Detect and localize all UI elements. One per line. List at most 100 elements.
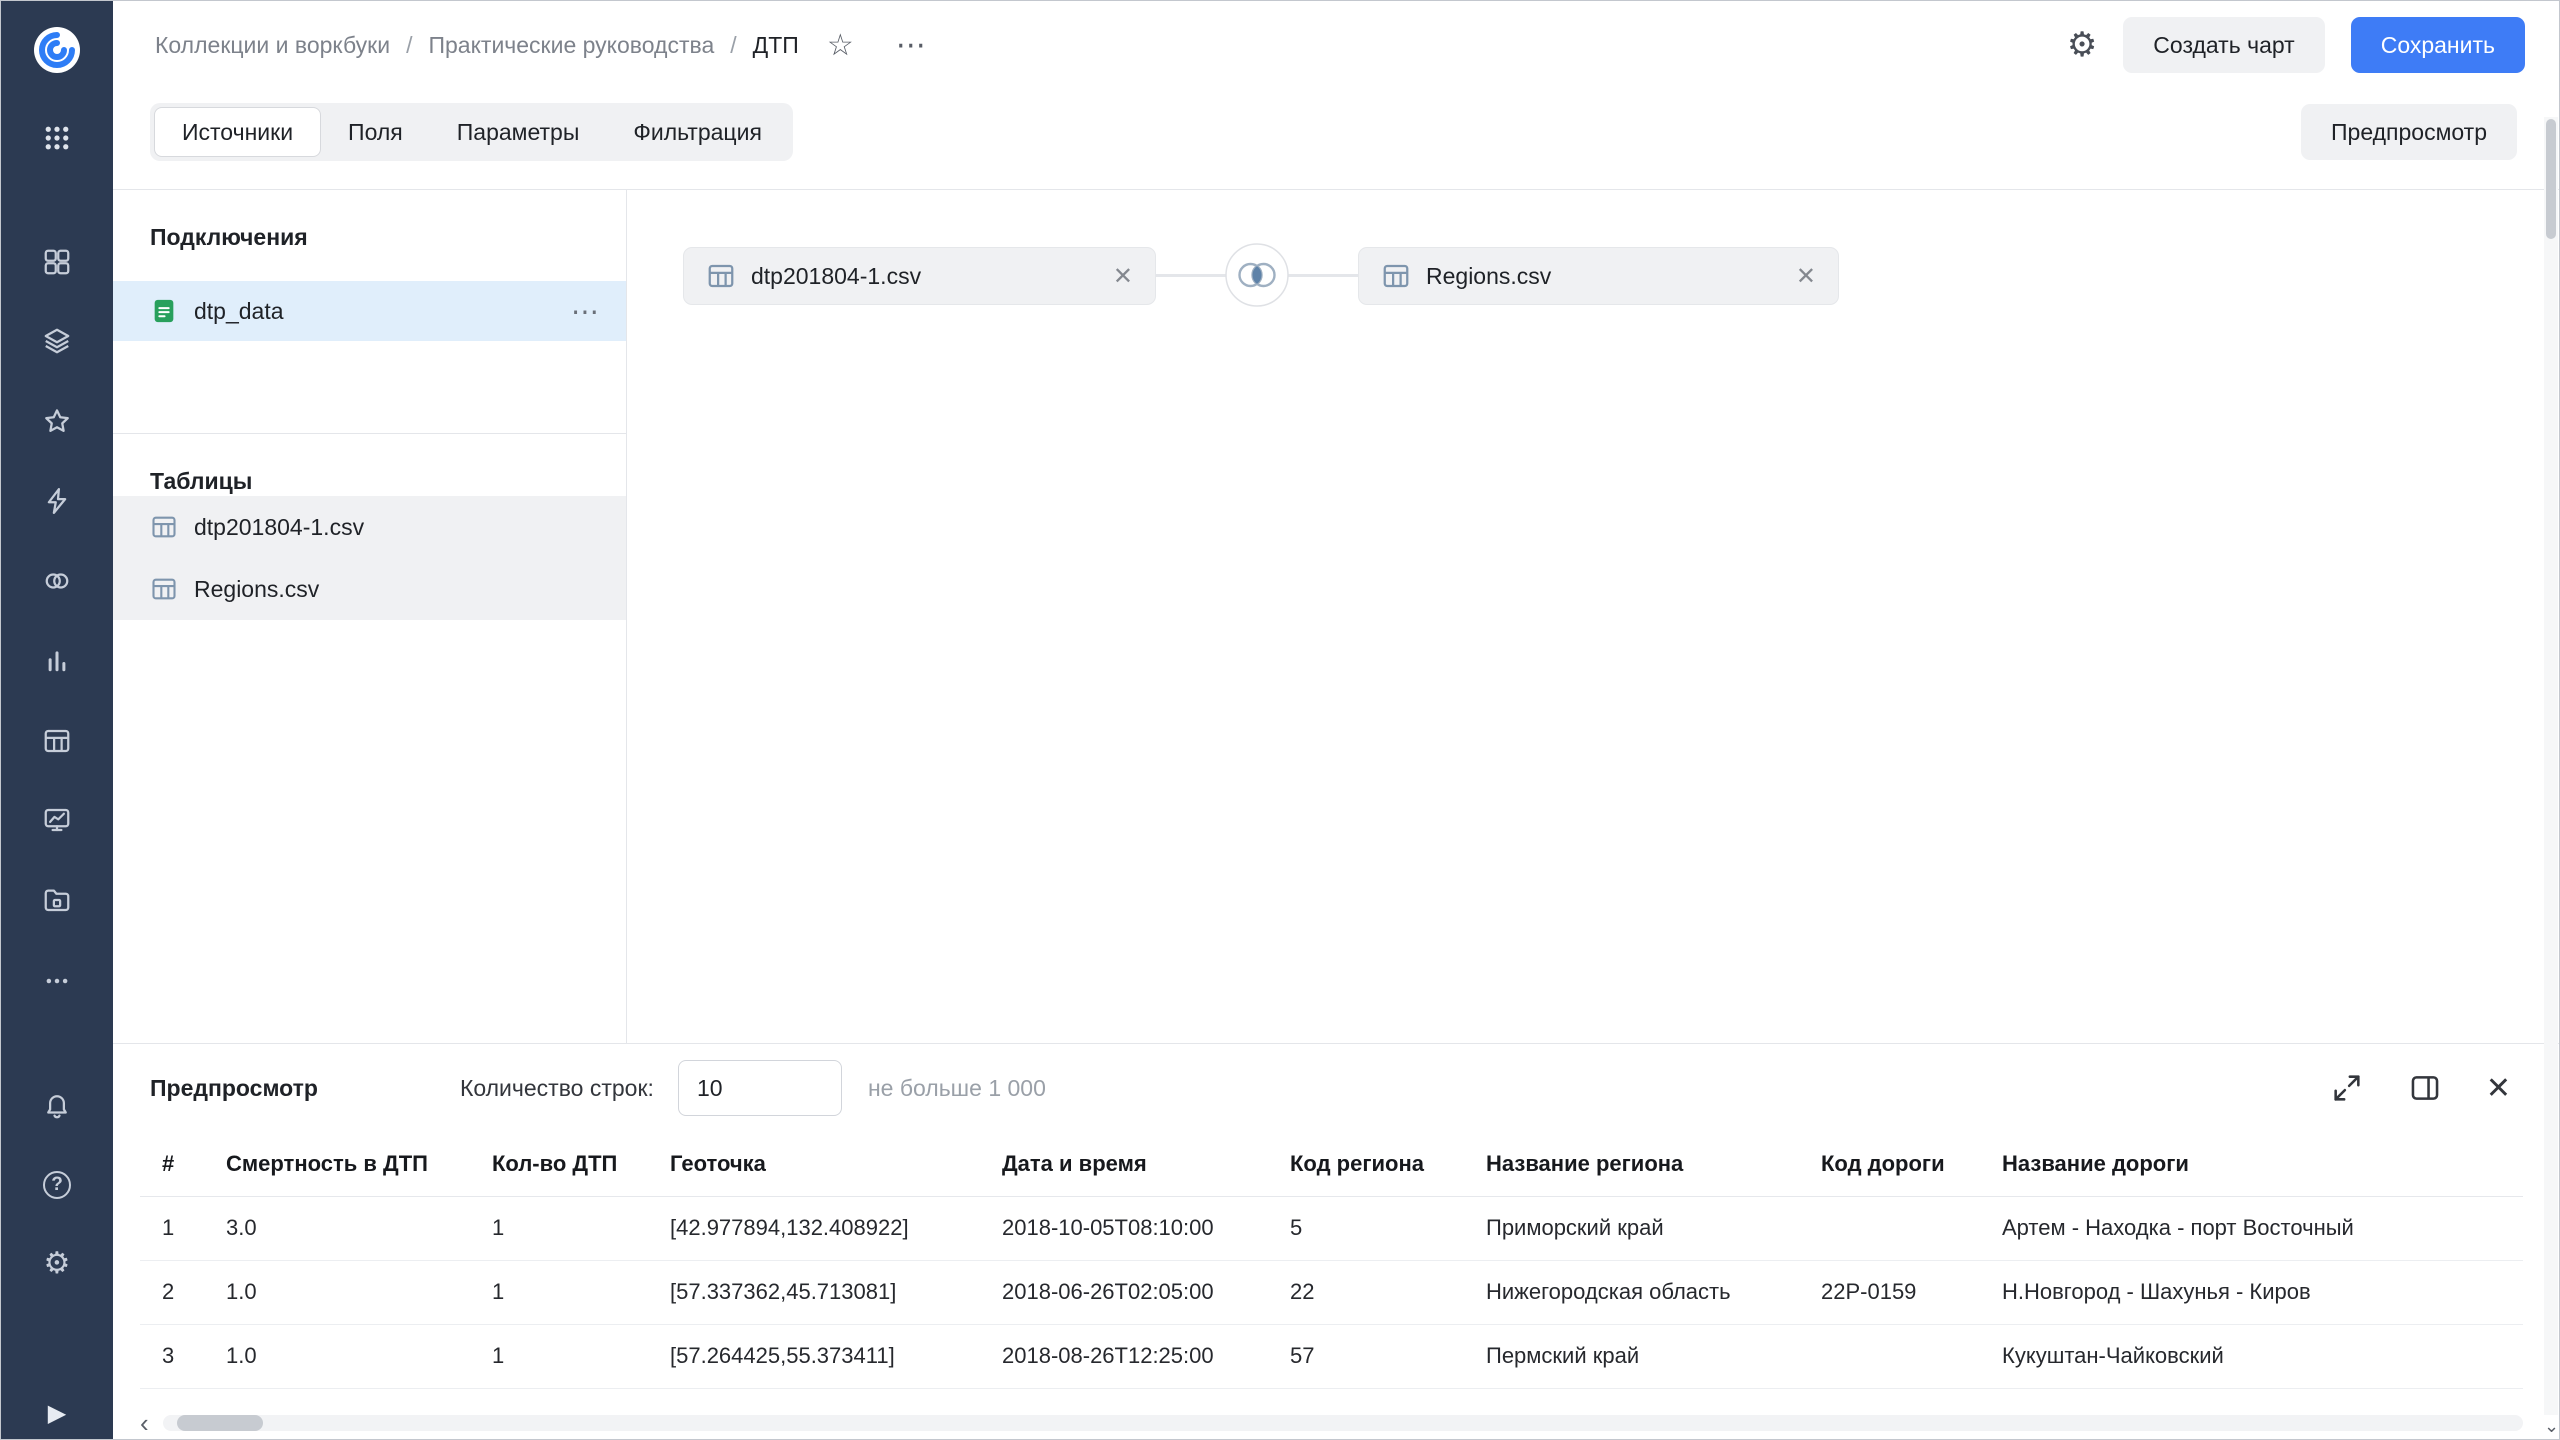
source-chip-regions[interactable]: Regions.csv ✕ bbox=[1358, 247, 1839, 305]
source-chip-dtp201804[interactable]: dtp201804-1.csv ✕ bbox=[683, 247, 1156, 305]
cell bbox=[1821, 1196, 2002, 1260]
breadcrumb-guides[interactable]: Практические руководства bbox=[428, 32, 714, 59]
col-header-count: Кол-во ДТП bbox=[492, 1132, 670, 1196]
table-item-dtp201804[interactable]: dtp201804-1.csv bbox=[113, 496, 626, 558]
notifications-bell-icon[interactable] bbox=[1, 1090, 113, 1120]
cell: 22Р-0159 bbox=[1821, 1260, 2002, 1324]
cell: 3.0 bbox=[226, 1196, 492, 1260]
dashboards-icon[interactable] bbox=[1, 805, 113, 835]
cell: 1 bbox=[492, 1260, 670, 1324]
top-bar: Коллекции и воркбуки / Практические руко… bbox=[113, 1, 2559, 89]
workbooks-icon[interactable] bbox=[1, 326, 113, 356]
tab-sources[interactable]: Источники bbox=[154, 107, 321, 157]
breadcrumb: Коллекции и воркбуки / Практические руко… bbox=[155, 28, 928, 63]
connections-icon[interactable] bbox=[1, 486, 113, 516]
create-chart-button[interactable]: Создать чарт bbox=[2123, 17, 2324, 73]
settings-gear-icon[interactable]: ⚙ bbox=[1, 1249, 113, 1279]
cell: [57.264425,55.373411] bbox=[670, 1324, 1002, 1388]
scroll-down-icon[interactable]: ⌄ bbox=[2544, 1416, 2558, 1437]
col-header-index: # bbox=[140, 1132, 226, 1196]
connections-title: Подключения bbox=[150, 224, 626, 252]
top-bar-actions: ⚙ Создать чарт Сохранить bbox=[2067, 17, 2525, 73]
cell: [42.977894,132.408922] bbox=[670, 1196, 1002, 1260]
connection-more-icon[interactable]: ⋯ bbox=[571, 295, 600, 328]
preview-title: Предпросмотр bbox=[150, 1075, 318, 1102]
col-header-datetime: Дата и время bbox=[1002, 1132, 1290, 1196]
cell: 1 bbox=[140, 1196, 226, 1260]
datalens-logo[interactable] bbox=[1, 27, 113, 73]
question-mark: ? bbox=[43, 1171, 71, 1199]
table-name: Regions.csv bbox=[194, 576, 319, 603]
cell: Пермский край bbox=[1486, 1324, 1821, 1388]
expand-preview-icon[interactable] bbox=[2330, 1071, 2364, 1105]
source-chip-label: dtp201804-1.csv bbox=[751, 263, 921, 290]
table-icon bbox=[1381, 261, 1411, 291]
sidebar-more-icon[interactable] bbox=[1, 966, 113, 996]
cell: Приморский край bbox=[1486, 1196, 1821, 1260]
row-count-label: Количество строк: bbox=[460, 1075, 654, 1102]
cell: 2 bbox=[140, 1260, 226, 1324]
dock-preview-icon[interactable] bbox=[2408, 1071, 2442, 1105]
breadcrumb-separator: / bbox=[730, 32, 736, 59]
favorite-star-icon[interactable]: ☆ bbox=[827, 28, 854, 63]
cell: Н.Новгород - Шахунья - Киров bbox=[2002, 1260, 2523, 1324]
table-item-regions[interactable]: Regions.csv bbox=[113, 558, 626, 620]
row-count-input[interactable] bbox=[678, 1060, 842, 1116]
connection-item-dtp-data[interactable]: dtp_data ⋯ bbox=[113, 281, 626, 341]
sidebar-expand-icon[interactable]: ▶ bbox=[1, 1399, 113, 1428]
cell: 5 bbox=[1290, 1196, 1486, 1260]
storage-icon[interactable] bbox=[1, 885, 113, 915]
datalens-dataset-editor: ? ⚙ ▶ Коллекции и воркбуки / Практически… bbox=[0, 0, 2560, 1440]
remove-source-icon[interactable]: ✕ bbox=[1089, 262, 1133, 291]
preview-table: # Смертность в ДТП Кол-во ДТП Геоточка Д… bbox=[140, 1132, 2523, 1389]
remove-source-icon[interactable]: ✕ bbox=[1772, 262, 1816, 291]
vertical-scrollbar[interactable] bbox=[2544, 117, 2558, 1415]
collections-icon[interactable] bbox=[1, 247, 113, 277]
cell: Артем - Находка - порт Восточный bbox=[2002, 1196, 2523, 1260]
source-chip-label: Regions.csv bbox=[1426, 263, 1551, 290]
breadcrumb-collections[interactable]: Коллекции и воркбуки bbox=[155, 32, 390, 59]
cell: 3 bbox=[140, 1324, 226, 1388]
join-type-badge[interactable] bbox=[1225, 243, 1289, 312]
tabset: Источники Поля Параметры Фильтрация bbox=[150, 103, 793, 161]
apps-grid-icon[interactable] bbox=[1, 123, 113, 153]
row-count-hint: не больше 1 000 bbox=[868, 1075, 1046, 1102]
connection-name: dtp_data bbox=[194, 298, 284, 325]
preview-row: 1 3.0 1 [42.977894,132.408922] 2018-10-0… bbox=[140, 1196, 2523, 1260]
col-header-road-code: Код дороги bbox=[1821, 1132, 2002, 1196]
close-preview-icon[interactable]: ✕ bbox=[2486, 1071, 2511, 1106]
tab-fields[interactable]: Поля bbox=[321, 107, 430, 157]
help-icon[interactable]: ? bbox=[1, 1171, 113, 1199]
cell: 57 bbox=[1290, 1324, 1486, 1388]
cell: 2018-10-05T08:10:00 bbox=[1002, 1196, 1290, 1260]
horizontal-scroll-track[interactable] bbox=[163, 1415, 2523, 1431]
tabs-bar: Источники Поля Параметры Фильтрация Пред… bbox=[113, 101, 2559, 163]
preview-header: Предпросмотр Количество строк: не больше… bbox=[113, 1044, 2559, 1132]
preview-header-row: # Смертность в ДТП Кол-во ДТП Геоточка Д… bbox=[140, 1132, 2523, 1196]
horizontal-scroll-thumb[interactable] bbox=[177, 1415, 263, 1431]
tables-icon[interactable] bbox=[1, 726, 113, 756]
cell: 1.0 bbox=[226, 1324, 492, 1388]
save-button[interactable]: Сохранить bbox=[2351, 17, 2525, 73]
table-icon bbox=[150, 513, 178, 541]
vertical-scroll-thumb[interactable] bbox=[2546, 119, 2556, 239]
cell: Кукуштан-Чайковский bbox=[2002, 1324, 2523, 1388]
divider bbox=[113, 433, 626, 434]
cell bbox=[1821, 1324, 2002, 1388]
preview-toggle-button[interactable]: Предпросмотр bbox=[2301, 104, 2517, 160]
join-canvas: dtp201804-1.csv ✕ Regions.csv ✕ bbox=[628, 190, 2543, 1043]
more-options-icon[interactable]: ⋯ bbox=[896, 28, 928, 63]
table-name: dtp201804-1.csv bbox=[194, 514, 364, 541]
sources-panel: Подключения dtp_data ⋯ Таблицы dtp201804… bbox=[113, 190, 627, 1043]
preview-controls: ✕ bbox=[2330, 1071, 2511, 1106]
tab-parameters[interactable]: Параметры bbox=[430, 107, 607, 157]
charts-icon[interactable] bbox=[1, 646, 113, 676]
datasets-icon[interactable] bbox=[1, 566, 113, 596]
dataset-settings-gear-icon[interactable]: ⚙ bbox=[2067, 25, 2097, 65]
tab-filtering[interactable]: Фильтрация bbox=[606, 107, 789, 157]
cell: 1 bbox=[492, 1196, 670, 1260]
preview-row: 2 1.0 1 [57.337362,45.713081] 2018-06-26… bbox=[140, 1260, 2523, 1324]
favorites-icon[interactable] bbox=[1, 406, 113, 436]
tables-title: Таблицы bbox=[150, 468, 626, 496]
col-header-road-name: Название дороги bbox=[2002, 1132, 2523, 1196]
